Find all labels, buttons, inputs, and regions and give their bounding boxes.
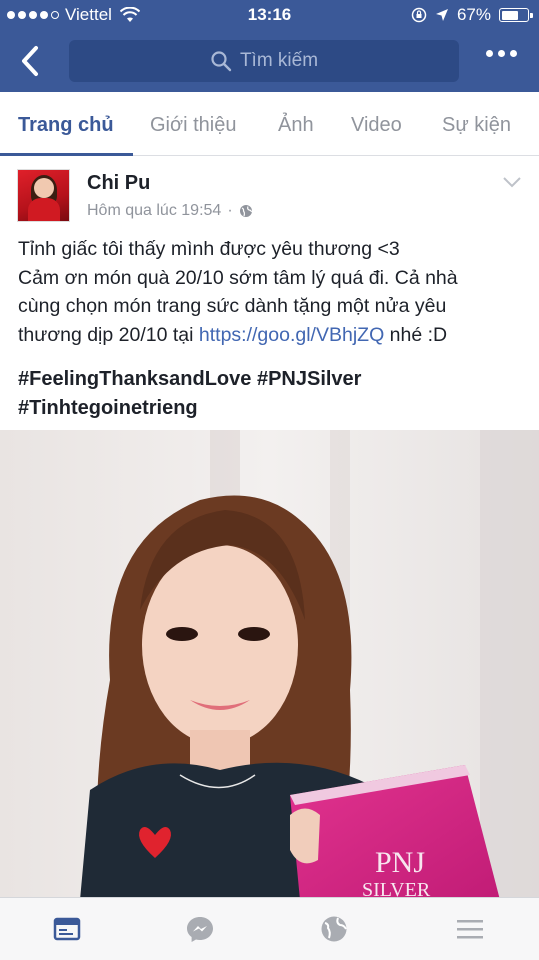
avatar[interactable]: [17, 169, 70, 222]
post-hashtags: #FeelingThanksandLove #PNJSilver #Tinhte…: [18, 365, 361, 423]
active-tab-indicator: [0, 153, 133, 156]
post-link[interactable]: https://goo.gl/VBhjZQ: [199, 324, 384, 346]
hashtag-line[interactable]: #FeelingThanksandLove #PNJSilver: [18, 365, 361, 394]
post-photo-image: PNJ SILVER: [0, 430, 539, 900]
tab-videos[interactable]: Video: [351, 114, 402, 137]
location-arrow-icon: [435, 9, 448, 21]
search-placeholder: Tìm kiếm: [239, 50, 319, 71]
public-globe-icon: [239, 205, 252, 217]
post-text-line: Tỉnh giấc tôi thấy mình được yêu thương …: [18, 238, 400, 260]
hashtag-line[interactable]: #Tinhtegoinetrieng: [18, 394, 361, 423]
post-text-line: thương dịp 20/10 tại https://goo.gl/VBhj…: [18, 323, 448, 346]
back-arrow-icon[interactable]: [16, 44, 46, 78]
tab-events[interactable]: Sự kiện: [442, 114, 511, 137]
tab-about[interactable]: Giới thiệu: [150, 114, 236, 137]
post-photo[interactable]: PNJ SILVER: [0, 430, 539, 900]
pnj-box-label: PNJ: [375, 846, 425, 879]
globe-icon[interactable]: [319, 914, 349, 944]
post-author[interactable]: Chi Pu: [87, 172, 150, 195]
menu-icon[interactable]: [455, 914, 485, 944]
top-bar: Viettel 13:16 67% Tìm kiếm: [0, 0, 539, 92]
post-text-line: cùng chọn món trang sức dành tặng một nử…: [18, 295, 447, 317]
rotation-lock-icon: [411, 7, 427, 23]
tab-home[interactable]: Trang chủ: [18, 114, 114, 137]
messenger-icon[interactable]: [185, 914, 215, 944]
post-time-text: Hôm qua lúc 19:54: [87, 202, 222, 219]
battery-icon: [499, 8, 533, 22]
status-bar: Viettel 13:16 67%: [0, 0, 539, 30]
tab-photos[interactable]: Ảnh: [278, 114, 314, 137]
post-header: Chi Pu Hôm qua lúc 19:54 ·: [0, 157, 539, 227]
bottom-tab-bar: [0, 897, 539, 960]
search-bar[interactable]: Tìm kiếm: [69, 40, 459, 82]
chevron-down-icon[interactable]: [501, 175, 523, 189]
post-body: Tỉnh giấc tôi thấy mình được yêu thương …: [18, 235, 528, 349]
search-icon: [211, 51, 232, 72]
page-tabs: Trang chủ Giới thiệu Ảnh Video Sự kiện: [0, 92, 539, 156]
news-feed-icon[interactable]: [52, 914, 82, 944]
post-timestamp[interactable]: Hôm qua lúc 19:54 ·: [87, 202, 253, 220]
post-text-line: Cảm ơn món quà 20/10 sớm tâm lý quá đi. …: [18, 266, 458, 289]
more-options-icon[interactable]: [486, 50, 517, 57]
battery-percent: 67%: [456, 5, 491, 24]
